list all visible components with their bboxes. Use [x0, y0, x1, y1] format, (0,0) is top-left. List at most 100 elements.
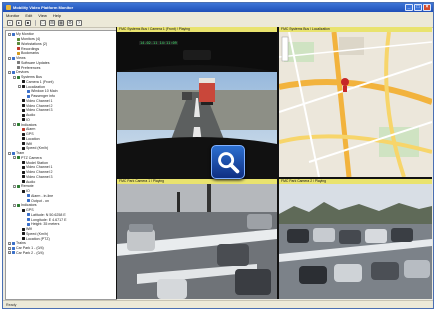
title-bar[interactable]: Mobility Video Platform Monitor _ □ × [3, 3, 433, 12]
node-icon [17, 156, 20, 160]
timestamp-overlay: 14-02-11 14:11:09 [139, 41, 178, 45]
window-title: Mobility Video Platform Monitor [13, 5, 74, 10]
expand-toggle-icon[interactable]: - [18, 85, 21, 89]
expand-toggle-icon[interactable]: - [8, 32, 11, 36]
node-icon [27, 89, 30, 93]
layout-4-icon[interactable]: ⊞ [49, 20, 55, 26]
expand-toggle-icon[interactable]: + [8, 251, 11, 255]
node-icon [22, 108, 25, 112]
tree-node-label: Speed (Km/h) [26, 231, 49, 236]
node-icon [22, 161, 25, 165]
video-pane-parking-2[interactable]: FMC Park Camera 2 / Playing [279, 179, 432, 299]
play-icon[interactable]: ▸ [16, 20, 22, 26]
node-icon [17, 47, 20, 51]
tree-node-label: Location [26, 136, 40, 141]
expand-toggle-icon[interactable]: - [13, 203, 16, 207]
menu-edit[interactable]: Edit [25, 13, 32, 18]
tree-node-label: Indicators [21, 122, 37, 127]
expand-toggle-icon[interactable]: - [13, 184, 16, 188]
node-icon [22, 165, 25, 169]
tree-node-label: Monitors (4) [21, 37, 41, 42]
expand-toggle-icon[interactable]: - [8, 151, 11, 155]
expand-toggle-icon[interactable]: - [8, 70, 11, 74]
settings-icon[interactable]: ⚙ [67, 20, 73, 26]
node-icon [22, 227, 25, 231]
node-icon [22, 99, 25, 103]
node-icon [22, 132, 25, 136]
tree-node-label: Alarm [26, 127, 36, 132]
node-icon [22, 104, 25, 108]
tree-node-label: Output - on [31, 198, 49, 203]
video-pane-parking-1[interactable]: FMC Park Camera 1 / Playing [117, 179, 277, 299]
camera-feed-parking-2[interactable] [279, 184, 432, 299]
minimize-button[interactable]: _ [405, 4, 413, 11]
close-button[interactable]: × [423, 4, 431, 11]
tree-node-label: PTZ Camera [21, 155, 42, 160]
node-icon [12, 151, 15, 155]
tree-node-label: Video Channel 2 [26, 170, 53, 175]
camera-feed-parking-1[interactable] [117, 184, 277, 299]
grid-icon[interactable]: ▦ [58, 20, 64, 26]
expand-toggle-icon[interactable]: - [13, 123, 16, 127]
tree-node-label: Video Channel 1 [26, 165, 53, 170]
camera-feed-front[interactable]: 14-02-11 14:11:09 [117, 32, 277, 177]
help-icon[interactable]: ? [76, 20, 82, 26]
node-icon [22, 127, 25, 131]
tree-node-label: Indicators [21, 203, 37, 208]
expand-toggle-icon[interactable]: - [13, 156, 16, 160]
map-pane[interactable]: FMC Systems Bus / Localization [279, 27, 432, 177]
layout-1-icon[interactable]: □ [40, 20, 46, 26]
expand-toggle-icon[interactable]: - [13, 75, 16, 79]
tree-node-label: Video Channel 3 [26, 108, 53, 113]
map-view[interactable] [279, 32, 432, 177]
tree-node-label: Model Station [26, 160, 48, 165]
node-icon [22, 175, 25, 179]
maximize-button[interactable]: □ [414, 4, 422, 11]
node-icon [17, 42, 20, 46]
tree-node-label: Recordings [21, 46, 40, 51]
menu-monitor[interactable]: Monitor [6, 13, 19, 18]
save-icon[interactable]: ▪ [7, 20, 13, 26]
expand-toggle-icon[interactable]: + [8, 246, 11, 250]
node-icon [22, 208, 25, 212]
tree-node[interactable]: + Car Park 2 - (0/4) [8, 251, 116, 256]
node-icon [27, 222, 30, 226]
device-tree[interactable]: - My Monitor Monitors (4) Workstations (2) R… [5, 30, 117, 300]
menu-help[interactable]: Help [53, 13, 61, 18]
zoom-button[interactable] [211, 145, 245, 179]
expand-toggle-icon[interactable]: + [8, 241, 11, 245]
video-pane-front-camera[interactable]: FMC Systems Bus / Camera 1 (Front) / Pla… [117, 27, 277, 177]
menu-bar: Monitor Edit View Help [3, 12, 433, 19]
menu-view[interactable]: View [38, 13, 47, 18]
magnifier-icon [218, 152, 240, 174]
expand-toggle-icon[interactable]: - [8, 56, 11, 60]
node-icon [22, 237, 25, 241]
tree-node-label: Trains [16, 241, 26, 246]
node-icon [17, 37, 20, 41]
tree-node-label: Views [16, 56, 26, 61]
stop-icon[interactable]: ■ [25, 20, 31, 26]
tree-node-label: Workstations (2) [21, 41, 48, 46]
tree-node-label: Audio [26, 113, 36, 118]
